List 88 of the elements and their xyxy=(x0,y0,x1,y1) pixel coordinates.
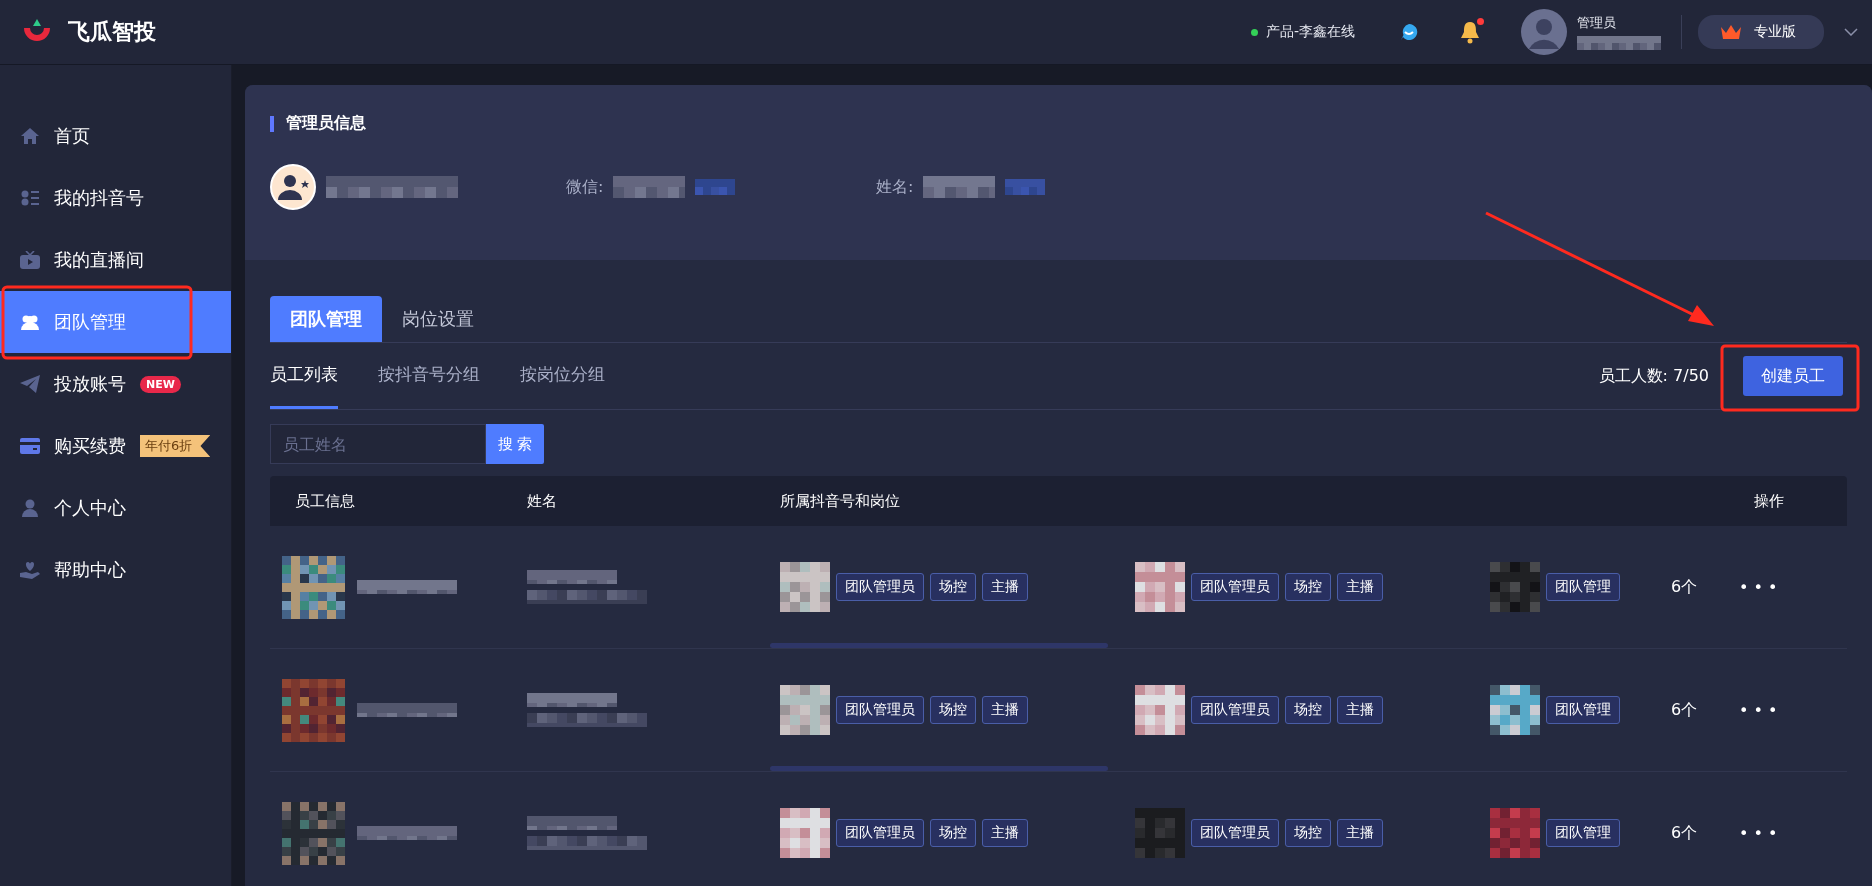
sidebar-item[interactable]: 购买续费 年付6折 xyxy=(0,415,231,477)
role-tag: 团队管理员 xyxy=(1191,573,1279,601)
sidebar-item[interactable]: 投放账号 NEW xyxy=(0,353,231,415)
role-tag: 团队管理员 xyxy=(1191,819,1279,847)
card-icon xyxy=(20,438,40,454)
list-icon xyxy=(20,190,40,206)
promo-tag: 年付6折 xyxy=(140,435,211,457)
sidebar-item[interactable]: 帮助中心 xyxy=(0,539,231,601)
pixelated-avatar xyxy=(1135,685,1185,735)
pixelated-avatar xyxy=(1490,685,1540,735)
pixelated-avatar xyxy=(1135,562,1185,612)
paper-plane-icon xyxy=(20,375,40,393)
pixelated-avatar xyxy=(780,685,830,735)
title-marker xyxy=(270,115,274,132)
section-title: 管理员信息 xyxy=(286,113,366,134)
sidebar-item[interactable]: 团队管理 xyxy=(0,291,231,353)
field-label: 姓名: xyxy=(876,176,914,198)
heart-hand-icon xyxy=(20,561,40,579)
role-tag: 场控 xyxy=(1285,819,1331,847)
new-badge: NEW xyxy=(140,375,181,393)
pixelated-avatar xyxy=(1135,808,1185,858)
pixelated-avatar xyxy=(1490,808,1540,858)
column-header: 所属抖音号和岗位 xyxy=(779,491,901,511)
role-tag: 场控 xyxy=(930,819,976,847)
tab[interactable]: 员工列表 xyxy=(270,343,338,409)
tab[interactable]: 按岗位分组 xyxy=(520,343,605,409)
role-tag: 场控 xyxy=(930,573,976,601)
scrollbar[interactable] xyxy=(770,643,1108,648)
role-tag: 团队管理 xyxy=(1546,819,1620,847)
pixelated-avatar xyxy=(282,678,345,742)
caret-icon[interactable] xyxy=(1844,28,1858,36)
tab[interactable]: 按抖音号分组 xyxy=(378,343,480,409)
role-tag: 团队管理员 xyxy=(836,819,924,847)
role-tag: 场控 xyxy=(1285,696,1331,724)
more-button[interactable]: • • • xyxy=(1729,823,1788,843)
role-tag: 主播 xyxy=(982,573,1028,601)
status-text: 产品-李鑫在线 xyxy=(1265,23,1355,41)
account-count: 6个 xyxy=(1669,576,1699,598)
role-tag: 主播 xyxy=(982,819,1028,847)
pixelated-avatar xyxy=(282,555,345,619)
more-button[interactable]: • • • xyxy=(1729,700,1788,720)
tv-icon xyxy=(20,251,40,269)
chat-icon[interactable] xyxy=(1399,22,1419,42)
role-tag: 主播 xyxy=(982,696,1028,724)
create-button[interactable]: 创建员工 xyxy=(1743,356,1843,396)
sidebar-item[interactable]: 我的抖音号 xyxy=(0,167,231,229)
field-label: 微信: xyxy=(566,176,604,198)
role-tag: 场控 xyxy=(1285,573,1331,601)
sidebar-item[interactable]: 个人中心 xyxy=(0,477,231,539)
sidebar-item[interactable]: 首页 xyxy=(0,105,231,167)
pixelated-avatar xyxy=(780,808,830,858)
sidebar-item[interactable]: 我的直播间 xyxy=(0,229,231,291)
bell-icon[interactable] xyxy=(1459,20,1481,44)
column-header: 姓名 xyxy=(526,491,558,511)
role-tag: 主播 xyxy=(1337,696,1383,724)
pixelated-avatar xyxy=(1490,562,1540,612)
plan-button[interactable]: 专业版 xyxy=(1698,15,1824,49)
user-role: 管理员 xyxy=(1577,14,1617,32)
account-count: 6个 xyxy=(1669,822,1699,844)
more-button[interactable]: • • • xyxy=(1729,577,1788,597)
role-tag: 团队管理员 xyxy=(836,696,924,724)
people-icon xyxy=(20,314,40,330)
tab[interactable]: 团队管理 xyxy=(270,296,382,342)
blurred-text xyxy=(1005,179,1046,195)
blurred-text xyxy=(695,179,736,195)
pixelated-avatar xyxy=(282,801,345,865)
avatar-icon[interactable] xyxy=(1521,9,1567,55)
scrollbar[interactable] xyxy=(770,766,1108,771)
person-icon xyxy=(20,499,40,517)
role-tag: 团队管理员 xyxy=(1191,696,1279,724)
brand-name: 飞瓜智投 xyxy=(68,18,156,46)
role-tag: 主播 xyxy=(1337,819,1383,847)
search-button[interactable]: 搜 索 xyxy=(486,424,544,464)
role-tag: 团队管理 xyxy=(1546,573,1620,601)
role-tag: 团队管理员 xyxy=(836,573,924,601)
role-tag: 团队管理 xyxy=(1546,696,1620,724)
column-header: 员工信息 xyxy=(294,491,356,511)
home-icon xyxy=(20,128,40,144)
column-header: 操作 xyxy=(1753,491,1785,511)
account-count: 6个 xyxy=(1669,699,1699,721)
crown-icon xyxy=(1720,24,1742,40)
avatar-icon xyxy=(270,164,316,210)
tab[interactable]: 岗位设置 xyxy=(382,296,494,342)
pixelated-avatar xyxy=(780,562,830,612)
search-field[interactable]: 员工姓名 xyxy=(270,424,486,464)
role-tag: 主播 xyxy=(1337,573,1383,601)
employee-count: 员工人数: 7/50 xyxy=(1598,365,1709,387)
role-tag: 场控 xyxy=(930,696,976,724)
